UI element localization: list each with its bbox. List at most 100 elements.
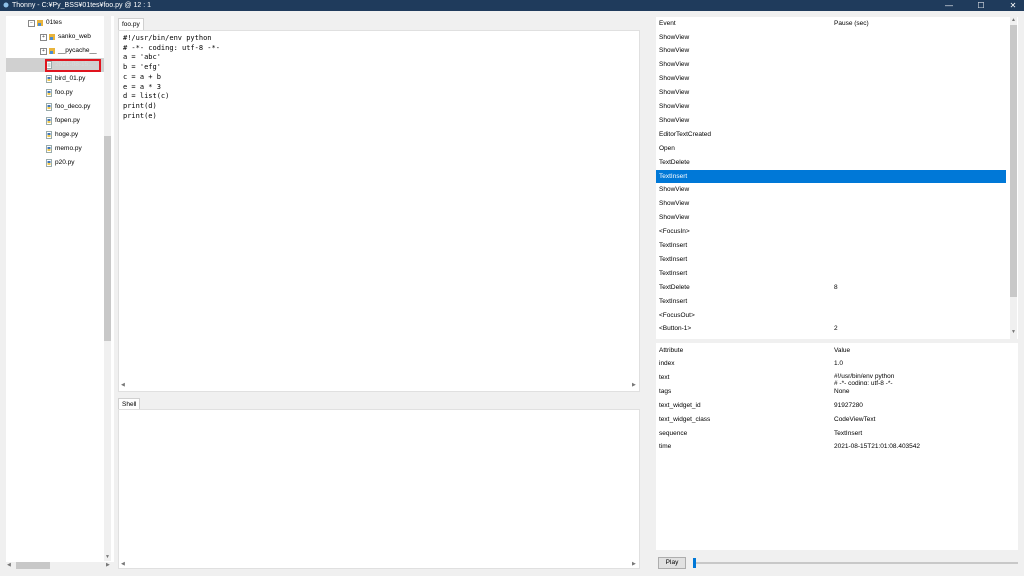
event-name: TextInsert (659, 269, 688, 277)
event-row[interactable]: TextDelete (656, 156, 1006, 170)
event-name: EditorTextCreated (659, 130, 712, 138)
event-row[interactable]: TextInsert (656, 253, 1006, 267)
code-line[interactable]: print(d) (123, 102, 220, 112)
code-line[interactable]: #!/usr/bin/env python (123, 34, 220, 44)
attribute-column-header[interactable]: Attribute (659, 344, 683, 357)
python-file-icon (46, 131, 52, 139)
shell-scroll-left-icon[interactable]: ◀ (121, 561, 125, 568)
tree-hscroll-thumb[interactable] (16, 562, 50, 569)
event-name: TextInsert (659, 172, 688, 180)
shell-scroll-right-icon[interactable]: ▶ (632, 561, 636, 568)
events-scroll-down-icon[interactable]: ▼ (1011, 329, 1016, 336)
event-row[interactable]: ShowView (656, 211, 1006, 225)
code-text[interactable]: #!/usr/bin/env python # -*- coding: utf-8… (123, 34, 220, 121)
code-line[interactable]: c = a + b (123, 73, 220, 83)
event-name: ShowView (659, 103, 690, 110)
event-row[interactable]: ShowView (656, 44, 1006, 58)
attribute-row[interactable]: sequence TextInsert (656, 427, 1006, 441)
event-pause: 2 (834, 325, 838, 333)
events-table[interactable]: Event Pause (sec) ShowView ShowView ShowVi… (656, 17, 1018, 339)
event-row[interactable]: TextInsert (656, 267, 1006, 281)
value-column-header[interactable]: Value (834, 344, 850, 357)
editor-scroll-left-icon[interactable]: ◀ (121, 382, 125, 389)
file-tree[interactable]: −01tes + sanko_web + __pycache__ 2021-08-15..… (6, 16, 114, 569)
maximize-button[interactable]: ☐ (974, 0, 988, 11)
tree-horizontal-scrollbar[interactable]: ◀ ▶ (6, 562, 114, 569)
event-row[interactable]: EditorTextCreated (656, 128, 1006, 142)
event-row[interactable]: ShowView (656, 100, 1006, 114)
attribute-row[interactable]: text #!/usr/bin/env python # -*- coding: u… (656, 371, 1006, 385)
events-scroll-thumb[interactable] (1010, 25, 1017, 297)
tab-foo-py[interactable]: foo.py (118, 18, 144, 30)
event-row[interactable]: ShowView (656, 183, 1006, 197)
tree-item-label: bird_01.py (55, 75, 86, 82)
shell-panel[interactable]: ◀ ▶ (118, 409, 640, 569)
thonny-app-icon (3, 2, 9, 8)
minimize-button[interactable]: — (942, 0, 956, 11)
tree-scroll-thumb[interactable] (104, 136, 111, 341)
code-line[interactable]: print(e) (123, 112, 220, 122)
event-row[interactable]: TextInsert (656, 169, 1006, 184)
code-line[interactable]: b = 'efg' (123, 63, 220, 73)
event-row[interactable]: ShowView (656, 86, 1006, 100)
code-line[interactable]: a = 'abc' (123, 53, 220, 63)
event-row[interactable]: ShowView (656, 58, 1006, 72)
scroll-down-arrow-icon[interactable]: ▼ (105, 554, 110, 561)
attribute-value: 1.0 (834, 360, 844, 367)
expand-icon[interactable]: + (40, 34, 47, 41)
python-file-icon (46, 89, 52, 97)
events-scroll-up-icon[interactable]: ▲ (1011, 17, 1016, 24)
event-row[interactable]: <Button-1> 2 (656, 322, 1006, 336)
event-row[interactable]: ShowView (656, 31, 1006, 45)
event-name: Open (659, 144, 675, 152)
attribute-row[interactable]: index 1.0 (656, 357, 1006, 371)
event-row[interactable]: ShowView (656, 114, 1006, 128)
tree-item-label: __pycache__ (58, 47, 97, 54)
code-line[interactable]: # -*- coding: utf-8 -*- (123, 44, 220, 54)
play-button[interactable]: Play (658, 557, 686, 569)
event-row[interactable]: ShowView (656, 197, 1006, 211)
attribute-row[interactable]: text_widget_id 91927280 (656, 399, 1006, 413)
collapse-icon[interactable]: − (28, 20, 35, 27)
event-name: ShowView (659, 200, 690, 208)
code-line[interactable]: e = a * 3 (123, 83, 220, 93)
expand-icon[interactable]: + (40, 48, 47, 55)
attribute-row[interactable]: text_widget_class CodeViewText (656, 413, 1006, 427)
playback-slider-thumb[interactable] (693, 558, 696, 568)
event-name: TextDelete (659, 158, 690, 166)
close-button[interactable]: ✕ (1006, 0, 1020, 11)
folder-icon (37, 20, 43, 26)
tree-item-label: sanko_web (58, 33, 91, 40)
attribute-name: tags (659, 387, 672, 395)
event-row[interactable]: ShowView (656, 72, 1006, 86)
event-name: TextInsert (659, 242, 688, 249)
editor-scroll-right-icon[interactable]: ▶ (632, 382, 636, 389)
attribute-name: index (659, 360, 675, 367)
python-file-icon (46, 145, 52, 153)
events-vertical-scrollbar[interactable]: ▲ ▼ (1010, 17, 1017, 339)
folder-icon (49, 48, 55, 54)
tree-vertical-scrollbar[interactable]: ▼ (104, 16, 111, 561)
scroll-right-arrow-icon[interactable]: ▶ (106, 562, 110, 569)
event-row[interactable]: <FocusIn> (656, 225, 1006, 239)
playback-slider-track[interactable] (695, 562, 1018, 564)
event-column-header[interactable]: Event (659, 17, 676, 30)
event-name: ShowView (659, 116, 690, 124)
event-row[interactable]: TextDelete 8 (656, 281, 1006, 295)
event-pause: 8 (834, 283, 838, 291)
code-editor[interactable]: #!/usr/bin/env python # -*- coding: utf-8… (118, 30, 640, 392)
attribute-value: 91927280 (834, 401, 863, 409)
attribute-row[interactable]: time 2021-08-15T21:01:08.403542 (656, 440, 1006, 454)
scroll-left-arrow-icon[interactable]: ◀ (7, 562, 11, 569)
event-row[interactable]: <FocusOut> (656, 309, 1006, 323)
code-line[interactable]: d = list(c) (123, 92, 220, 102)
tree-item-label: foo.py (55, 89, 73, 96)
tree-item-label: fopen.py (55, 117, 80, 124)
attributes-table[interactable]: Attribute Value index 1.0 text #!/usr/bin/e… (656, 343, 1018, 550)
pause-column-header[interactable]: Pause (sec) (834, 17, 869, 30)
python-file-icon (46, 103, 52, 111)
event-row[interactable]: Open (656, 142, 1006, 156)
event-row[interactable]: TextInsert (656, 295, 1006, 309)
attribute-row[interactable]: tags None (656, 385, 1006, 399)
event-row[interactable]: TextInsert (656, 239, 1006, 253)
